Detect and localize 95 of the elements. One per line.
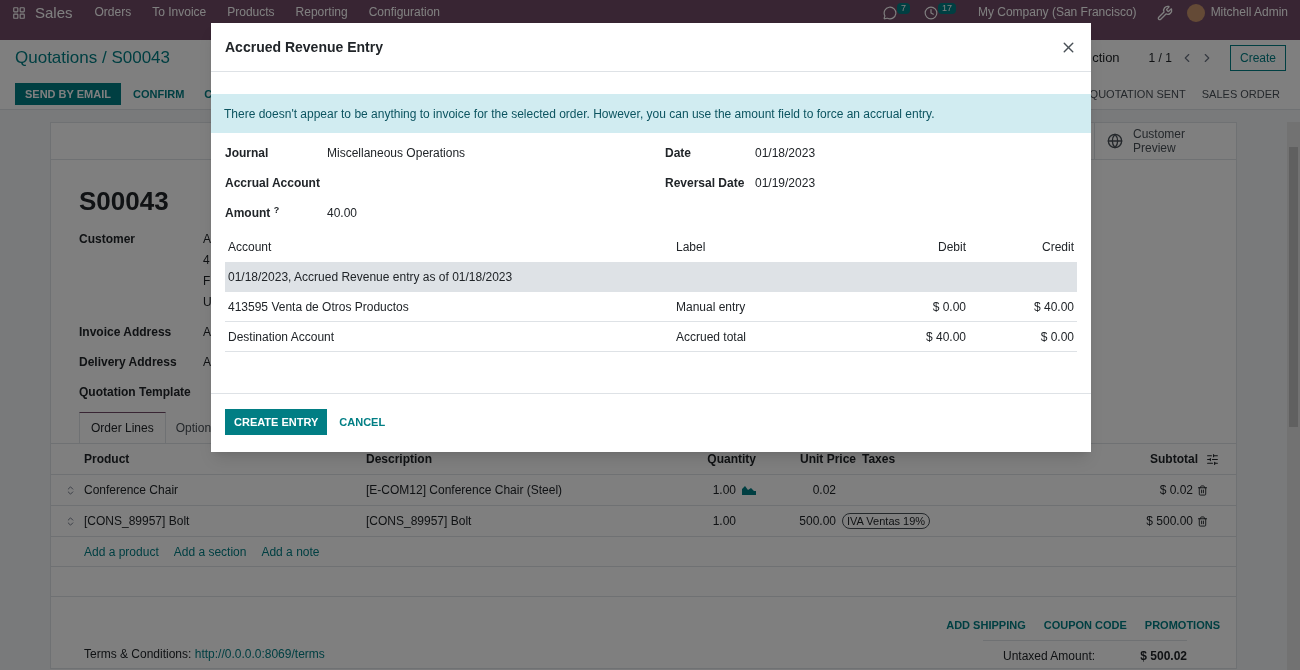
field-label: Delivery Address xyxy=(79,354,178,371)
table-cell-text: Accrued total xyxy=(676,328,748,346)
activities-count: 17 xyxy=(937,3,956,14)
customer-preview-button[interactable]: Customer Preview xyxy=(1094,123,1230,159)
pager: 1 / 1 xyxy=(1148,50,1172,67)
field-value: A xyxy=(203,231,212,248)
menu-item[interactable]: Configuration xyxy=(368,5,441,20)
header-button[interactable]: SEND BY EMAIL xyxy=(15,83,121,105)
header-button[interactable]: CONFIRM xyxy=(123,83,195,105)
column-header: Credit xyxy=(1041,239,1074,256)
menu-item[interactable]: Reporting xyxy=(295,5,348,20)
user-menu[interactable]: Mitchell Admin xyxy=(1210,5,1288,20)
add-line-link[interactable]: Add a section xyxy=(173,542,247,561)
company-switcher[interactable]: My Company (San Francisco) xyxy=(977,5,1137,20)
status-step[interactable]: QUOTATION SENT xyxy=(1089,85,1186,103)
table-cell-text: $ 0.00 xyxy=(931,298,966,316)
field-value: U xyxy=(203,294,212,311)
column-header: Subtotal xyxy=(1150,451,1198,468)
breadcrumb[interactable]: Quotations / S00043 xyxy=(15,45,170,71)
dialog-button[interactable]: CANCEL xyxy=(333,409,392,435)
column-header: Description xyxy=(366,451,433,468)
drag-handle-icon[interactable] xyxy=(65,484,76,496)
field-value: F xyxy=(203,273,212,290)
footer-button[interactable]: PROMOTIONS xyxy=(1144,617,1220,634)
table-cell-text: $ 0.02 xyxy=(1159,482,1193,499)
debug-icon[interactable] xyxy=(1156,5,1173,21)
avatar xyxy=(1186,4,1205,22)
table-cell-text: 1.00 xyxy=(711,513,736,530)
dialog-title: Accrued Revenue Entry xyxy=(225,37,383,57)
untaxed-label: Untaxed Amount: xyxy=(1002,647,1096,665)
delete-icon[interactable] xyxy=(1197,484,1208,496)
table-cell-text: Manual entry xyxy=(676,298,747,316)
field-label: Reversal Date xyxy=(665,175,746,192)
field-value: 40.00 xyxy=(327,205,358,222)
field-value: A xyxy=(203,324,211,341)
drag-handle-icon[interactable] xyxy=(65,515,76,527)
field-label: Journal xyxy=(225,145,270,162)
section-row: 01/18/2023, Accrued Revenue entry as of 01/18/2023 xyxy=(225,262,1077,292)
field-label: Accrual Account xyxy=(225,175,321,192)
footer-button[interactable]: COUPON CODE xyxy=(1043,617,1127,634)
action-menu[interactable]: ction xyxy=(1092,48,1120,68)
table-cell-text: [CONS_89957] Bolt xyxy=(366,513,473,530)
column-header: Account xyxy=(228,239,273,256)
field-label: Quotation Template xyxy=(79,384,192,401)
table-cell-text: 413595 Venta de Otros Productos xyxy=(228,298,410,316)
field-value: 01/18/2023 xyxy=(755,145,816,162)
table-cell-text: 500.00 xyxy=(798,513,836,530)
columns-toggle-icon[interactable] xyxy=(1206,452,1219,466)
table-cell-text: 0.02 xyxy=(811,482,836,499)
table-cell-text: $ 40.00 xyxy=(924,328,966,346)
table-cell-text: $ 500.00 xyxy=(1146,513,1193,530)
field-value: Miscellaneous Operations xyxy=(327,145,466,162)
menu-item[interactable]: Products xyxy=(227,5,275,20)
field-label: Amount $^{?}$ xyxy=(225,204,281,222)
footer-button[interactable]: ADD SHIPPING xyxy=(946,617,1026,634)
table-cell-text: $ 0.00 xyxy=(1039,328,1074,346)
apps-menu-icon[interactable] xyxy=(12,6,26,20)
table-cell-text: Destination Account xyxy=(228,328,336,346)
forecast-chart-icon[interactable] xyxy=(742,485,756,495)
create-button[interactable]: Create xyxy=(1229,45,1286,71)
delete-icon[interactable] xyxy=(1197,515,1208,527)
terms-link[interactable]: http://0.0.0.0:8069/terms xyxy=(194,646,325,661)
add-line-link[interactable]: Add a product xyxy=(84,542,159,561)
dialog-button[interactable]: CREATE ENTRY xyxy=(225,409,328,435)
menu-item[interactable]: Orders xyxy=(94,5,132,20)
app-name[interactable]: Sales xyxy=(35,5,73,20)
field-value: 01/19/2023 xyxy=(755,175,816,192)
form-tab[interactable]: Order Lines xyxy=(79,412,166,443)
column-header: Product xyxy=(84,451,131,468)
terms-text: Terms & Conditions: http://0.0.0.0:8069/terms xyxy=(84,645,325,663)
table-cell-text: 1.00 xyxy=(711,482,736,499)
table-cell-text: Conference Chair xyxy=(84,482,180,499)
field-value: 4 xyxy=(203,252,211,269)
column-header: Label xyxy=(676,239,707,256)
info-alert: There doesn't appear to be anything to invoice for the selected order. However, you can use the amount field to force an accrual entry. xyxy=(211,94,1091,133)
globe-icon xyxy=(1107,133,1123,149)
status-step[interactable]: SALES ORDER xyxy=(1201,85,1280,103)
untaxed-value: $ 500.02 xyxy=(1140,647,1187,665)
column-header: Quantity xyxy=(706,451,756,468)
messages-count: 7 xyxy=(896,3,910,14)
order-name: S00043 xyxy=(79,185,169,217)
table-cell-text: [E-COM12] Conference Chair (Steel) xyxy=(366,482,564,499)
field-value: A xyxy=(203,354,211,371)
column-header: Unit Price xyxy=(799,451,856,468)
menu-item[interactable]: To Invoice xyxy=(152,5,207,20)
field-label: Date xyxy=(665,145,692,162)
column-header: Debit xyxy=(937,239,966,256)
field-label: Customer xyxy=(79,231,136,248)
messages-icon[interactable] xyxy=(882,6,897,20)
column-header: Taxes xyxy=(862,451,897,468)
add-line-link[interactable]: Add a note xyxy=(261,542,320,561)
table-cell-text: [CONS_89957] Bolt xyxy=(84,513,191,530)
field-label: Invoice Address xyxy=(79,324,173,341)
activities-icon[interactable] xyxy=(923,6,938,20)
table-cell-text: $ 40.00 xyxy=(1032,298,1074,316)
